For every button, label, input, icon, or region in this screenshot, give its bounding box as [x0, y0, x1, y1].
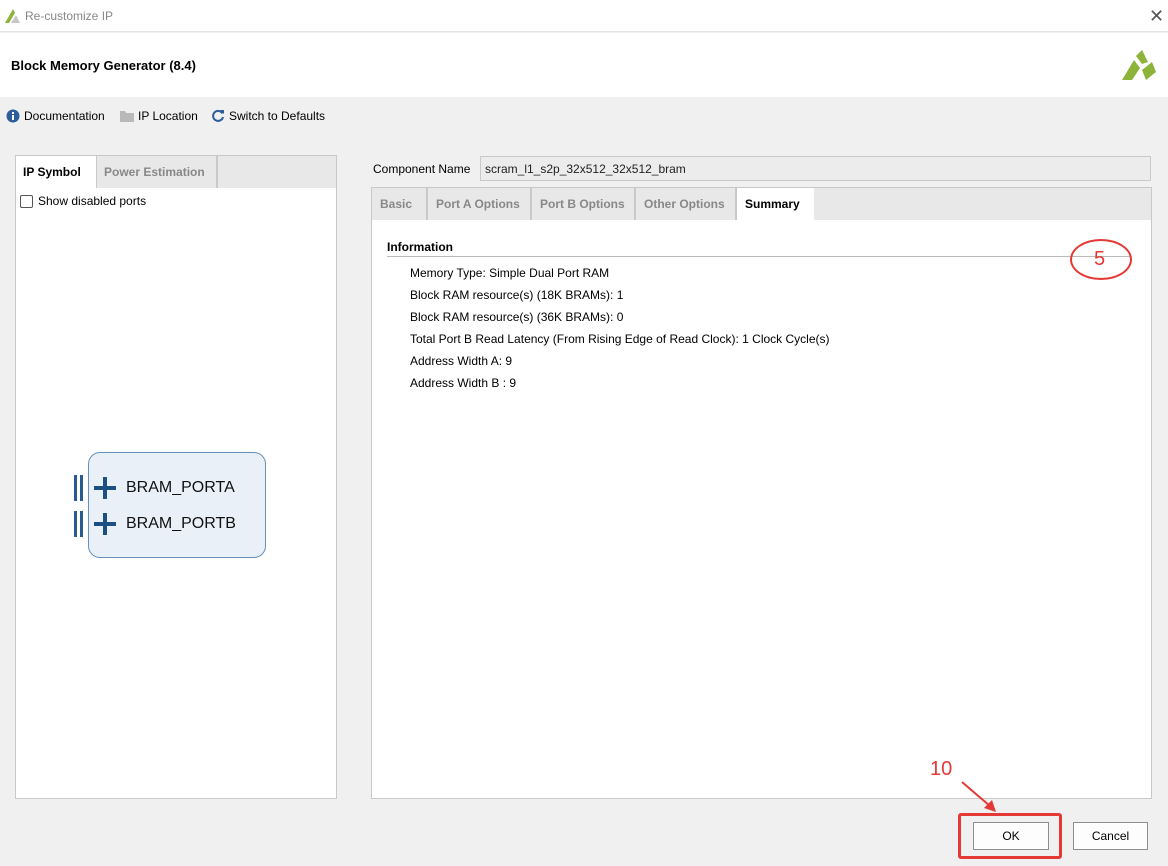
tab-basic[interactable]: Basic: [372, 188, 428, 220]
port-bram-porta: BRAM_PORTA: [74, 473, 254, 503]
ip-symbol-block: [88, 452, 266, 558]
port-bram-portb: BRAM_PORTB: [74, 509, 254, 539]
switch-to-defaults-button[interactable]: Switch to Defaults: [211, 109, 325, 123]
re-customize-ip-dialog: Re-customize IP ✕ Block Memory Generator…: [0, 0, 1168, 866]
tab-ip-symbol[interactable]: IP Symbol: [16, 156, 97, 188]
ip-location-label: IP Location: [138, 109, 198, 123]
brand-logo-icon: [1122, 50, 1156, 85]
documentation-label: Documentation: [24, 109, 105, 123]
ip-symbol-panel: IP Symbol Power Estimation Show disabled…: [15, 155, 337, 799]
ok-button[interactable]: OK: [973, 822, 1049, 850]
ip-heading: Block Memory Generator (8.4): [11, 58, 196, 73]
info-read-latency: Total Port B Read Latency (From Rising E…: [410, 332, 830, 346]
folder-icon: [120, 109, 134, 123]
ip-location-button[interactable]: IP Location: [120, 109, 198, 123]
annotation-step-5: 5: [1094, 248, 1106, 270]
window-title: Re-customize IP: [25, 9, 114, 23]
port-bus-icon: [74, 511, 84, 537]
annotation-step-10: 10: [930, 758, 953, 780]
component-name-field[interactable]: scram_l1_s2p_32x512_32x512_bram: [480, 156, 1151, 181]
expand-plus-icon[interactable]: [94, 513, 116, 535]
info-memory-type: Memory Type: Simple Dual Port RAM: [410, 266, 610, 280]
cancel-button[interactable]: Cancel: [1073, 822, 1148, 850]
show-disabled-ports-checkbox[interactable]: Show disabled ports: [20, 194, 146, 208]
tab-other-options[interactable]: Other Options: [636, 188, 737, 220]
summary-info-list: Memory Type: Simple Dual Port RAM Block …: [410, 266, 830, 398]
expand-plus-icon[interactable]: [94, 477, 116, 499]
switch-to-defaults-label: Switch to Defaults: [229, 109, 326, 123]
port-name: BRAM_PORTA: [126, 479, 235, 496]
refresh-icon: [211, 109, 225, 123]
tab-port-a-options[interactable]: Port A Options: [428, 188, 532, 220]
annotation-arrow-icon: [950, 778, 1000, 817]
dialog-header: Block Memory Generator (8.4): [0, 33, 1168, 97]
tab-summary[interactable]: Summary: [737, 188, 814, 220]
info-bram-18k: Block RAM resource(s) (18K BRAMs): 1: [410, 288, 624, 302]
documentation-button[interactable]: Documentation: [6, 109, 105, 123]
close-icon[interactable]: ✕: [1149, 6, 1164, 26]
configuration-panel: Basic Port A Options Port B Options Othe…: [371, 187, 1152, 799]
info-bram-36k: Block RAM resource(s) (36K BRAMs): 0: [410, 310, 624, 324]
tab-power-estimation[interactable]: Power Estimation: [97, 156, 218, 188]
left-tab-bar: IP Symbol Power Estimation: [16, 156, 336, 188]
checkbox-box[interactable]: [20, 194, 33, 208]
info-icon: [6, 109, 20, 123]
section-divider: [387, 256, 1132, 257]
show-disabled-ports-label: Show disabled ports: [38, 194, 147, 208]
config-tab-bar: Basic Port A Options Port B Options Othe…: [372, 188, 1151, 220]
app-logo-icon: [5, 9, 21, 26]
port-name: BRAM_PORTB: [126, 515, 236, 532]
info-address-width-b: Address Width B : 9: [410, 376, 517, 390]
component-name-label: Component Name: [373, 162, 471, 176]
port-bus-icon: [74, 475, 84, 501]
toolbar: Documentation IP Location Switch to Defa…: [0, 97, 1168, 137]
title-bar: Re-customize IP ✕: [0, 0, 1168, 32]
information-heading: Information: [387, 240, 453, 254]
tab-port-b-options[interactable]: Port B Options: [532, 188, 636, 220]
info-address-width-a: Address Width A: 9: [410, 354, 513, 368]
